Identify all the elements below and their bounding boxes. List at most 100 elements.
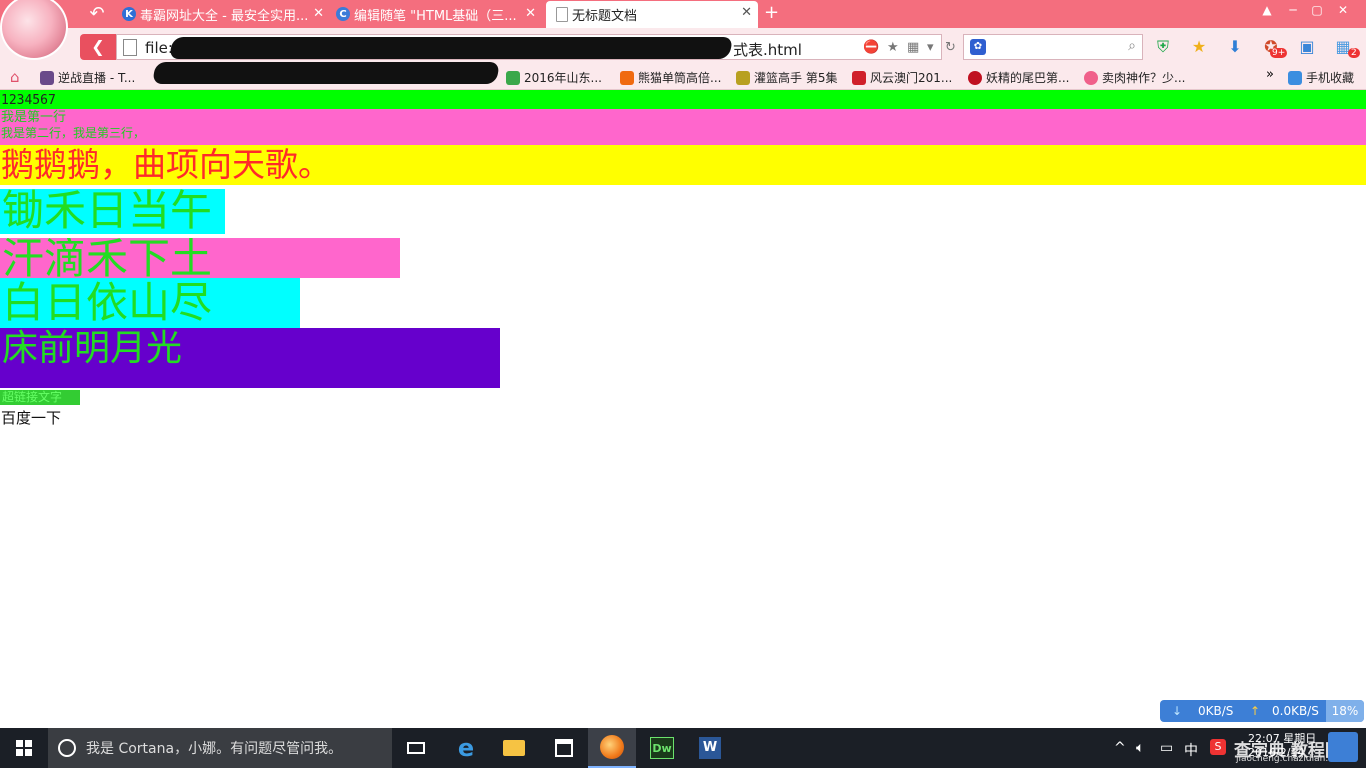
bookmark-item[interactable]: 卖肉神作？少... xyxy=(1084,69,1185,86)
close-window-button[interactable]: ✕ xyxy=(1332,3,1354,17)
tab-label: 毒霸网址大全 - 最安全实用... xyxy=(140,8,309,24)
bookmark-label: 妖精的尾巴第... xyxy=(986,71,1070,85)
tab-edit[interactable]: C 编辑随笔 "HTML基础（三... ✕ xyxy=(336,2,542,26)
explorer-app[interactable] xyxy=(490,728,538,768)
shield-icon[interactable]: ⛨ xyxy=(1152,36,1174,58)
cyan-block: 锄禾日当午 xyxy=(0,189,225,234)
chevron-up-icon[interactable]: ^ xyxy=(1114,740,1126,756)
edge-icon: e xyxy=(457,734,475,762)
url-suffix: 式表.html xyxy=(733,41,802,59)
home-icon[interactable]: ⌂ xyxy=(10,68,20,86)
address-bar[interactable]: file: 式表.html ⛔ ★ ▦ ▾ ↻ xyxy=(116,34,956,60)
more-bookmarks-icon[interactable]: » xyxy=(1266,67,1274,82)
dreamweaver-app[interactable]: Dw xyxy=(638,728,686,768)
no-entry-icon[interactable]: ⛔ xyxy=(863,40,879,55)
title-bar: ↶ K 毒霸网址大全 - 最安全实用... ✕ C 编辑随笔 "HTML基础（三… xyxy=(0,0,1366,28)
word-icon: W xyxy=(699,737,721,759)
cortana-placeholder: 我是 Cortana，小娜。有问题尽管问我。 xyxy=(86,741,343,757)
taskbar: 我是 Cortana，小娜。有问题尽管问我。 e Dw W ^ 🔈︎ ▭ 中 S… xyxy=(0,728,1366,768)
close-icon[interactable]: ✕ xyxy=(313,6,324,21)
message-icon[interactable]: ▭ xyxy=(1160,740,1173,756)
bookmark-label: 灌篮高手 第5集 xyxy=(754,71,838,85)
dropdown-icon[interactable]: ▾ xyxy=(927,40,934,55)
word-app[interactable]: W xyxy=(686,728,734,768)
tab-label: 编辑随笔 "HTML基础（三... xyxy=(354,8,517,24)
bookmark-item[interactable]: 灌篮高手 第5集 xyxy=(736,69,837,86)
poem-title: 鹅鹅鹅，曲项向天歌。 xyxy=(0,145,1366,185)
taobao-icon xyxy=(620,70,634,85)
folder-icon xyxy=(503,740,525,756)
qr-icon[interactable]: ▦ xyxy=(907,40,919,55)
ime-indicator[interactable]: 中 xyxy=(1184,740,1198,760)
green-link[interactable]: 超链接文字 xyxy=(0,390,80,405)
windows-icon xyxy=(16,740,32,756)
bookmark-label: 逆战直播 - T... xyxy=(58,71,136,85)
store-icon xyxy=(555,739,573,757)
pink-block: 汗滴禾下土 xyxy=(0,238,400,278)
pink-text-block: 我是第一行 我是第二行，我是第三行， xyxy=(0,109,1366,145)
cortana-search[interactable]: 我是 Cortana，小娜。有问题尽管问我。 xyxy=(48,728,392,768)
bookmarks-bar: ⌂ 逆战直播 - T... 2016年山东... 熊猫单筒高倍... 灌篮高手 … xyxy=(0,62,1366,90)
search-icon[interactable]: ⌕ xyxy=(1128,38,1136,54)
close-icon[interactable]: ✕ xyxy=(525,6,536,21)
download-speed: 0KB/S xyxy=(1198,704,1234,718)
network-speed-widget: ↓ 0KB/S ↑ 0.0KB/S 18% xyxy=(1160,700,1364,722)
bookmark-item[interactable]: 风云澳门201... xyxy=(852,69,952,86)
cpu-percent: 18% xyxy=(1326,700,1364,722)
bookmark-item[interactable]: 逆战直播 - T... xyxy=(40,69,135,86)
tab-duba[interactable]: K 毒霸网址大全 - 最安全实用... ✕ xyxy=(122,2,330,26)
page-content: 1234567 我是第一行 我是第二行，我是第三行， 鹅鹅鹅，曲项向天歌。 锄禾… xyxy=(0,90,1366,728)
doc-icon xyxy=(556,7,568,22)
bookmark-item[interactable]: 妖精的尾巴第... xyxy=(968,69,1069,86)
notification-badge: 9+ xyxy=(1270,48,1288,58)
heart-icon xyxy=(1084,70,1098,85)
star-icon[interactable]: ★ xyxy=(887,40,899,55)
download-arrow-icon: ↓ xyxy=(1172,704,1183,718)
undo-close-icon[interactable]: ↶ xyxy=(86,4,108,24)
upload-arrow-icon: ↑ xyxy=(1250,704,1261,718)
volume-icon[interactable]: 🔈︎ xyxy=(1136,740,1144,756)
dreamweaver-icon: Dw xyxy=(650,737,674,759)
skin-icon[interactable]: ▲ xyxy=(1256,3,1278,17)
upload-speed: 0.0KB/S xyxy=(1272,704,1319,718)
redaction-scribble xyxy=(168,37,734,59)
purple-block: 床前明月光 xyxy=(0,328,500,388)
new-tab-button[interactable]: + xyxy=(764,4,779,22)
sd-icon xyxy=(506,70,520,85)
task-view-icon xyxy=(407,742,425,754)
play-icon xyxy=(968,70,982,85)
task-view-button[interactable] xyxy=(392,728,440,768)
cyan-block: 白日依山尽 xyxy=(0,278,300,328)
bookmark-item[interactable]: 2016年山东... xyxy=(506,69,602,86)
refresh-icon[interactable]: ↻ xyxy=(945,40,956,55)
bookmark-label: 熊猫单筒高倍... xyxy=(638,71,722,85)
nav-bar: ❮ file: 式表.html ⛔ ★ ▦ ▾ ↻ ✿ ⌕ ⛨ ★ ⬇ ✪ 9+… xyxy=(0,28,1366,66)
sogou-icon[interactable]: S xyxy=(1210,739,1226,755)
store-app[interactable] xyxy=(540,728,588,768)
favorites-star-icon[interactable]: ★ xyxy=(1188,36,1210,58)
fy-icon xyxy=(852,70,866,85)
bookmark-item[interactable]: 熊猫单筒高倍... xyxy=(620,69,721,86)
baidu-text[interactable]: 百度一下 xyxy=(0,409,1366,427)
baidu-paw-icon[interactable]: ✿ xyxy=(970,39,986,55)
start-button[interactable] xyxy=(0,728,48,768)
redaction-scribble xyxy=(152,62,500,84)
browser-app[interactable] xyxy=(588,728,636,768)
file-icon xyxy=(123,39,137,56)
cortana-icon xyxy=(58,739,76,757)
bookmark-label: 手机收藏 xyxy=(1306,71,1355,85)
edge-app[interactable]: e xyxy=(442,728,490,768)
download-icon[interactable]: ⬇ xyxy=(1224,36,1246,58)
minimize-button[interactable]: ─ xyxy=(1282,3,1304,17)
tab-label: 无标题文档 xyxy=(572,9,638,24)
close-icon[interactable]: ✕ xyxy=(741,5,752,20)
tv-icon[interactable]: ▣ xyxy=(1296,36,1318,58)
action-center-icon[interactable] xyxy=(1328,732,1358,762)
bookmark-label: 2016年山东... xyxy=(524,71,602,85)
numbers-row: 1234567 xyxy=(0,90,1366,109)
search-box[interactable]: ✿ ⌕ xyxy=(963,34,1143,60)
back-button[interactable]: ❮ xyxy=(80,34,116,60)
tab-untitled[interactable]: 无标题文档 ✕ xyxy=(546,1,758,28)
mobile-favorites[interactable]: 手机收藏 xyxy=(1288,69,1354,86)
maximize-button[interactable]: ▢ xyxy=(1306,3,1328,17)
